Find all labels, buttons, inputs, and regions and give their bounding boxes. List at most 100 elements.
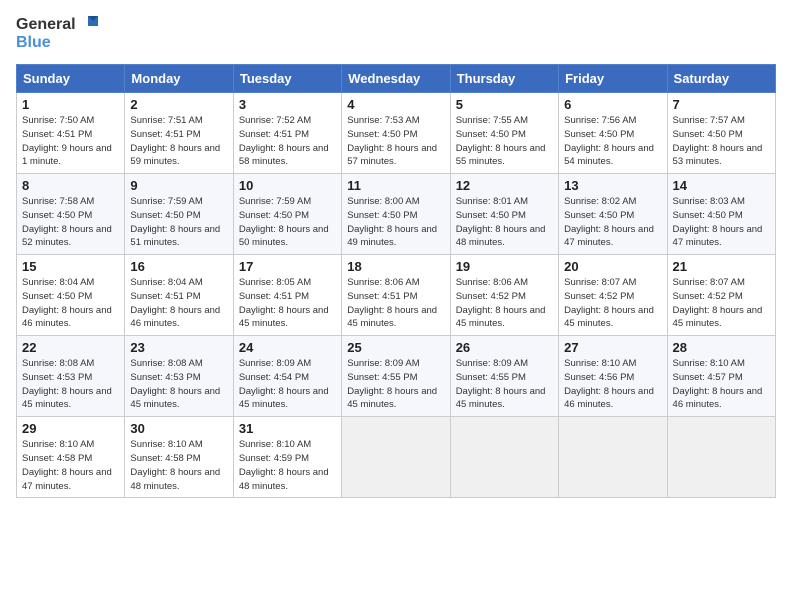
- day-number: 27: [564, 340, 661, 355]
- day-info: Sunrise: 8:06 AMSunset: 4:52 PMDaylight:…: [456, 276, 553, 331]
- calendar-day: 28 Sunrise: 8:10 AMSunset: 4:57 PMDayligh…: [667, 336, 775, 417]
- calendar-day: 3 Sunrise: 7:52 AMSunset: 4:51 PMDaylight…: [233, 93, 341, 174]
- day-info: Sunrise: 8:03 AMSunset: 4:50 PMDaylight:…: [673, 195, 770, 250]
- calendar-day: 17Sunrise: 8:05 AMSunset: 4:51 PMDayligh…: [233, 255, 341, 336]
- day-info: Sunrise: 7:56 AMSunset: 4:50 PMDaylight:…: [564, 114, 661, 169]
- logo-blue: Blue: [16, 34, 51, 52]
- day-info: Sunrise: 7:51 AMSunset: 4:51 PMDaylight:…: [130, 114, 227, 169]
- logo: General Blue: [16, 16, 98, 52]
- day-number: 28: [673, 340, 770, 355]
- day-info: Sunrise: 7:55 AMSunset: 4:50 PMDaylight:…: [456, 114, 553, 169]
- calendar-day: 21 Sunrise: 8:07 AMSunset: 4:52 PMDayligh…: [667, 255, 775, 336]
- page-header: General Blue: [16, 16, 776, 52]
- header-saturday: Saturday: [667, 65, 775, 93]
- calendar-day: 11Sunrise: 8:00 AMSunset: 4:50 PMDayligh…: [342, 174, 450, 255]
- calendar-day: 20 Sunrise: 8:07 AMSunset: 4:52 PMDayligh…: [559, 255, 667, 336]
- logo-flag-icon: [78, 16, 98, 34]
- calendar-day: [667, 417, 775, 498]
- calendar-week-1: 1Sunrise: 7:50 AMSunset: 4:51 PMDaylight…: [17, 93, 776, 174]
- day-info: Sunrise: 8:10 AMSunset: 4:57 PMDaylight:…: [673, 357, 770, 412]
- day-number: 19: [456, 259, 553, 274]
- calendar-day: [450, 417, 558, 498]
- calendar-day: 24 Sunrise: 8:09 AMSunset: 4:54 PMDayligh…: [233, 336, 341, 417]
- calendar-day: 4 Sunrise: 7:53 AMSunset: 4:50 PMDaylight…: [342, 93, 450, 174]
- calendar-week-5: 29Sunrise: 8:10 AMSunset: 4:58 PMDayligh…: [17, 417, 776, 498]
- header-tuesday: Tuesday: [233, 65, 341, 93]
- day-number: 1: [22, 97, 119, 112]
- day-info: Sunrise: 8:10 AMSunset: 4:58 PMDaylight:…: [130, 438, 227, 493]
- header-sunday: Sunday: [17, 65, 125, 93]
- calendar-day: 31Sunrise: 8:10 AMSunset: 4:59 PMDayligh…: [233, 417, 341, 498]
- calendar-day: 26 Sunrise: 8:09 AMSunset: 4:55 PMDayligh…: [450, 336, 558, 417]
- calendar-day: 9Sunrise: 7:59 AMSunset: 4:50 PMDaylight…: [125, 174, 233, 255]
- day-info: Sunrise: 8:07 AMSunset: 4:52 PMDaylight:…: [564, 276, 661, 331]
- day-number: 30: [130, 421, 227, 436]
- day-number: 3: [239, 97, 336, 112]
- day-info: Sunrise: 8:08 AMSunset: 4:53 PMDaylight:…: [130, 357, 227, 412]
- day-info: Sunrise: 8:06 AMSunset: 4:51 PMDaylight:…: [347, 276, 444, 331]
- day-info: Sunrise: 8:04 AMSunset: 4:50 PMDaylight:…: [22, 276, 119, 331]
- day-number: 16: [130, 259, 227, 274]
- header-monday: Monday: [125, 65, 233, 93]
- calendar-day: 5 Sunrise: 7:55 AMSunset: 4:50 PMDaylight…: [450, 93, 558, 174]
- calendar-week-4: 22 Sunrise: 8:08 AMSunset: 4:53 PMDayligh…: [17, 336, 776, 417]
- calendar-day: [559, 417, 667, 498]
- day-number: 24: [239, 340, 336, 355]
- calendar-day: 27 Sunrise: 8:10 AMSunset: 4:56 PMDayligh…: [559, 336, 667, 417]
- calendar-day: 7Sunrise: 7:57 AMSunset: 4:50 PMDaylight…: [667, 93, 775, 174]
- calendar-day: 18Sunrise: 8:06 AMSunset: 4:51 PMDayligh…: [342, 255, 450, 336]
- calendar-header-row: SundayMondayTuesdayWednesdayThursdayFrid…: [17, 65, 776, 93]
- calendar-day: [342, 417, 450, 498]
- day-number: 2: [130, 97, 227, 112]
- day-info: Sunrise: 7:52 AMSunset: 4:51 PMDaylight:…: [239, 114, 336, 169]
- day-number: 10: [239, 178, 336, 193]
- calendar-day: 23Sunrise: 8:08 AMSunset: 4:53 PMDayligh…: [125, 336, 233, 417]
- calendar-day: 30 Sunrise: 8:10 AMSunset: 4:58 PMDayligh…: [125, 417, 233, 498]
- day-info: Sunrise: 8:10 AMSunset: 4:56 PMDaylight:…: [564, 357, 661, 412]
- day-info: Sunrise: 8:05 AMSunset: 4:51 PMDaylight:…: [239, 276, 336, 331]
- day-info: Sunrise: 8:01 AMSunset: 4:50 PMDaylight:…: [456, 195, 553, 250]
- calendar-day: 29Sunrise: 8:10 AMSunset: 4:58 PMDayligh…: [17, 417, 125, 498]
- day-number: 4: [347, 97, 444, 112]
- calendar-week-3: 15Sunrise: 8:04 AMSunset: 4:50 PMDayligh…: [17, 255, 776, 336]
- day-number: 20: [564, 259, 661, 274]
- day-info: Sunrise: 8:04 AMSunset: 4:51 PMDaylight:…: [130, 276, 227, 331]
- day-info: Sunrise: 7:59 AMSunset: 4:50 PMDaylight:…: [239, 195, 336, 250]
- calendar-day: 25Sunrise: 8:09 AMSunset: 4:55 PMDayligh…: [342, 336, 450, 417]
- calendar-day: 22 Sunrise: 8:08 AMSunset: 4:53 PMDayligh…: [17, 336, 125, 417]
- day-info: Sunrise: 8:07 AMSunset: 4:52 PMDaylight:…: [673, 276, 770, 331]
- calendar-day: 10 Sunrise: 7:59 AMSunset: 4:50 PMDayligh…: [233, 174, 341, 255]
- day-info: Sunrise: 8:10 AMSunset: 4:58 PMDaylight:…: [22, 438, 119, 493]
- day-info: Sunrise: 8:09 AMSunset: 4:55 PMDaylight:…: [347, 357, 444, 412]
- header-wednesday: Wednesday: [342, 65, 450, 93]
- calendar-day: 16 Sunrise: 8:04 AMSunset: 4:51 PMDayligh…: [125, 255, 233, 336]
- day-info: Sunrise: 8:08 AMSunset: 4:53 PMDaylight:…: [22, 357, 119, 412]
- calendar-day: 2 Sunrise: 7:51 AMSunset: 4:51 PMDaylight…: [125, 93, 233, 174]
- day-info: Sunrise: 7:58 AMSunset: 4:50 PMDaylight:…: [22, 195, 119, 250]
- logo-general: General: [16, 16, 76, 34]
- day-number: 22: [22, 340, 119, 355]
- calendar-day: 13Sunrise: 8:02 AMSunset: 4:50 PMDayligh…: [559, 174, 667, 255]
- day-number: 31: [239, 421, 336, 436]
- calendar-day: 8 Sunrise: 7:58 AMSunset: 4:50 PMDaylight…: [17, 174, 125, 255]
- day-info: Sunrise: 8:00 AMSunset: 4:50 PMDaylight:…: [347, 195, 444, 250]
- day-info: Sunrise: 8:02 AMSunset: 4:50 PMDaylight:…: [564, 195, 661, 250]
- calendar-day: 6 Sunrise: 7:56 AMSunset: 4:50 PMDaylight…: [559, 93, 667, 174]
- day-info: Sunrise: 8:09 AMSunset: 4:55 PMDaylight:…: [456, 357, 553, 412]
- day-number: 21: [673, 259, 770, 274]
- day-info: Sunrise: 8:09 AMSunset: 4:54 PMDaylight:…: [239, 357, 336, 412]
- calendar-day: 15Sunrise: 8:04 AMSunset: 4:50 PMDayligh…: [17, 255, 125, 336]
- calendar-day: 1Sunrise: 7:50 AMSunset: 4:51 PMDaylight…: [17, 93, 125, 174]
- calendar-day: 14 Sunrise: 8:03 AMSunset: 4:50 PMDayligh…: [667, 174, 775, 255]
- day-number: 26: [456, 340, 553, 355]
- day-number: 14: [673, 178, 770, 193]
- calendar-table: SundayMondayTuesdayWednesdayThursdayFrid…: [16, 64, 776, 498]
- day-info: Sunrise: 7:57 AMSunset: 4:50 PMDaylight:…: [673, 114, 770, 169]
- day-info: Sunrise: 7:59 AMSunset: 4:50 PMDaylight:…: [130, 195, 227, 250]
- day-number: 6: [564, 97, 661, 112]
- calendar-day: 19 Sunrise: 8:06 AMSunset: 4:52 PMDayligh…: [450, 255, 558, 336]
- day-number: 5: [456, 97, 553, 112]
- day-info: Sunrise: 7:53 AMSunset: 4:50 PMDaylight:…: [347, 114, 444, 169]
- day-number: 8: [22, 178, 119, 193]
- calendar-day: 12Sunrise: 8:01 AMSunset: 4:50 PMDayligh…: [450, 174, 558, 255]
